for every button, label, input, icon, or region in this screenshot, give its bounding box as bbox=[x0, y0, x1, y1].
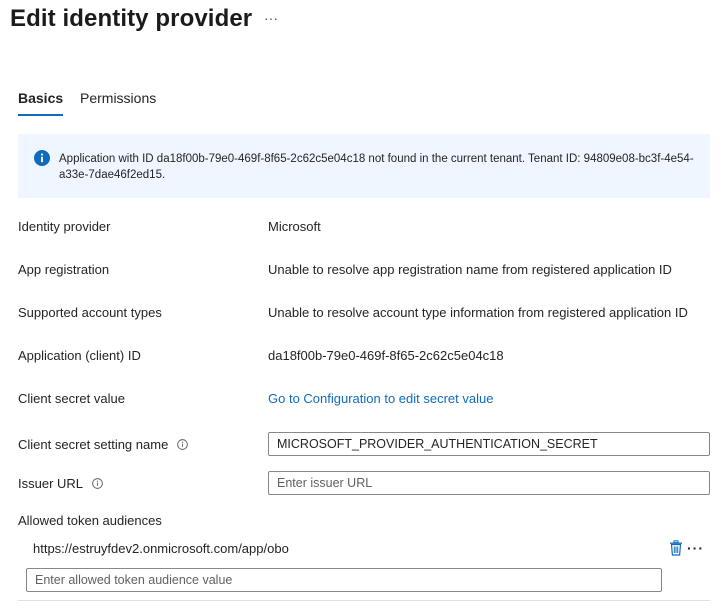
account-types-value: Unable to resolve account type informati… bbox=[268, 305, 688, 320]
page-title: Edit identity provider bbox=[10, 5, 253, 32]
info-banner-text: Application with ID da18f00b-79e0-469f-8… bbox=[59, 153, 694, 181]
info-icon[interactable] bbox=[177, 439, 189, 450]
audience-value: https://estruyfdev2.onmicrosoft.com/app/… bbox=[33, 541, 289, 556]
secret-setting-name-label: Client secret setting name bbox=[18, 437, 169, 452]
app-registration-label: App registration bbox=[18, 262, 110, 277]
issuer-url-input[interactable] bbox=[268, 471, 710, 495]
identity-provider-value: Microsoft bbox=[268, 219, 321, 234]
info-icon bbox=[34, 150, 50, 166]
more-options-button[interactable]: ··· bbox=[264, 10, 278, 26]
client-id-label: Application (client) ID bbox=[18, 348, 141, 363]
divider bbox=[18, 600, 710, 601]
issuer-url-label: Issuer URL bbox=[18, 476, 84, 491]
client-id-value: da18f00b-79e0-469f-8f65-2c62c5e04c18 bbox=[268, 348, 504, 363]
info-banner: Application with ID da18f00b-79e0-469f-8… bbox=[18, 134, 710, 198]
account-types-label: Supported account types bbox=[18, 305, 162, 320]
secret-setting-name-row: Client secret setting name bbox=[18, 437, 189, 452]
row-more-button[interactable]: ··· bbox=[687, 540, 704, 556]
secret-setting-name-input[interactable] bbox=[268, 432, 710, 456]
identity-provider-label: Identity provider bbox=[18, 219, 111, 234]
client-secret-label: Client secret value bbox=[18, 391, 125, 406]
edit-secret-link[interactable]: Go to Configuration to edit secret value bbox=[268, 391, 493, 406]
new-audience-input[interactable] bbox=[26, 568, 662, 592]
app-registration-value: Unable to resolve app registration name … bbox=[268, 262, 672, 277]
info-icon[interactable] bbox=[92, 478, 103, 489]
tab-permissions[interactable]: Permissions bbox=[80, 90, 156, 106]
issuer-url-row: Issuer URL bbox=[18, 476, 103, 491]
trash-icon[interactable] bbox=[669, 540, 683, 556]
allowed-audiences-label: Allowed token audiences bbox=[18, 513, 162, 528]
tab-basics[interactable]: Basics bbox=[18, 90, 64, 116]
